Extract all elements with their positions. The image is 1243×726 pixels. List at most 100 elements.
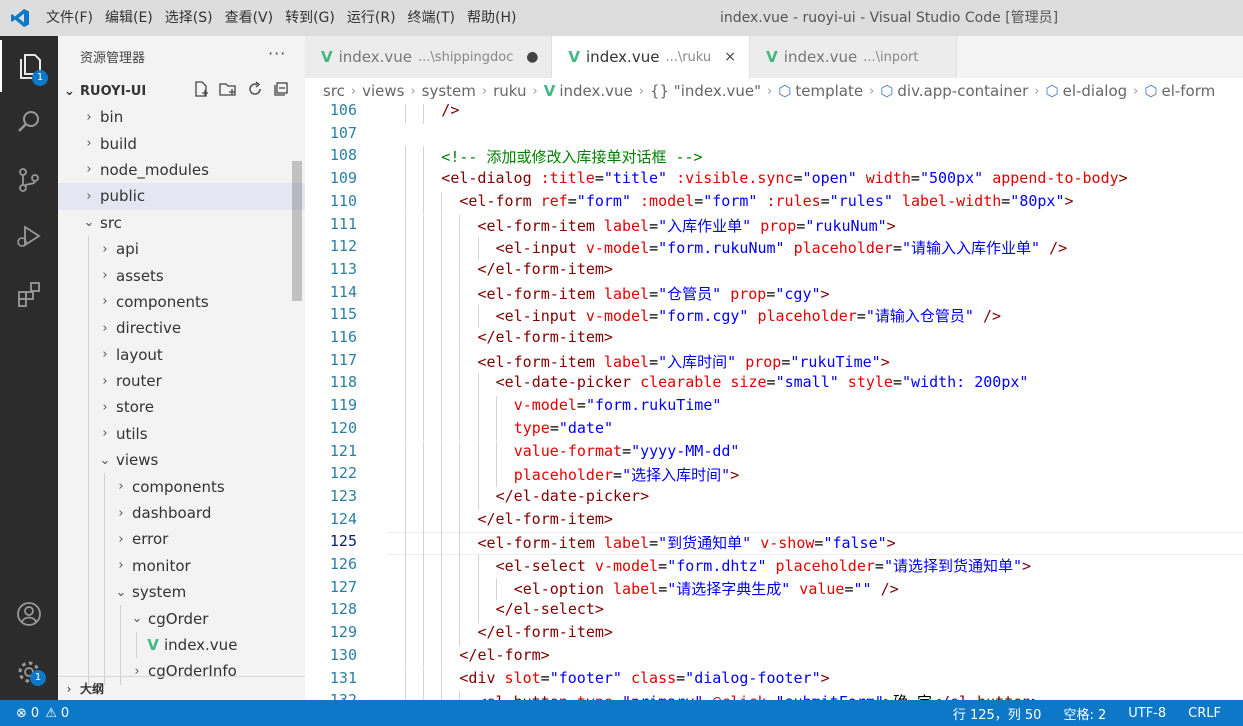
menu-item[interactable]: 查看(V) xyxy=(219,0,280,36)
tree-item-label: components xyxy=(116,292,209,311)
line-number: 127 xyxy=(329,577,357,596)
tree-item-label: api xyxy=(116,240,139,259)
menu-item[interactable]: 转到(G) xyxy=(279,0,341,36)
indent-guide xyxy=(88,526,89,553)
indent-guide xyxy=(88,315,89,342)
tree-item[interactable]: › api xyxy=(58,235,305,263)
breadcrumb-item[interactable]: el-form xyxy=(1161,82,1215,100)
tree-item[interactable]: › layout xyxy=(58,341,305,368)
menu-item[interactable]: 选择(S) xyxy=(159,0,219,36)
tree-item[interactable]: › components xyxy=(58,288,305,316)
indent-guide xyxy=(477,555,479,578)
indent-guide xyxy=(459,555,461,578)
indent-guide xyxy=(441,509,443,533)
file-encoding[interactable]: UTF-8 xyxy=(1128,706,1166,721)
breadcrumb-item[interactable]: views xyxy=(362,82,404,100)
tree-item[interactable]: › assets xyxy=(58,262,305,289)
tree-item[interactable]: › utils xyxy=(58,420,305,448)
indent-guide xyxy=(477,600,479,624)
line-number: 116 xyxy=(329,328,357,346)
indentation[interactable]: 空格: 2 xyxy=(1063,704,1106,723)
breadcrumb-item[interactable]: src xyxy=(323,82,345,100)
settings-gear-icon[interactable]: 1 xyxy=(0,646,58,698)
indent-guide xyxy=(88,447,89,474)
indent-guide xyxy=(405,645,407,669)
extensions-icon[interactable] xyxy=(0,268,58,320)
source-control-icon[interactable] xyxy=(0,154,58,206)
menu-item[interactable]: 帮助(H) xyxy=(461,0,522,36)
tree-item[interactable]: › directive xyxy=(58,315,305,342)
tree-item[interactable]: ⌄ views xyxy=(58,447,305,474)
indent-guide xyxy=(423,282,425,306)
menu-item[interactable]: 编辑(E) xyxy=(99,0,159,36)
tab-index-vue[interactable]: Vindex.vue ...\inport xyxy=(750,36,958,78)
more-actions-icon[interactable]: ··· xyxy=(268,44,286,63)
new-file-icon[interactable] xyxy=(192,80,210,102)
breadcrumb-item[interactable]: template xyxy=(795,82,863,100)
account-icon[interactable] xyxy=(0,588,58,640)
menu-item[interactable]: 终端(T) xyxy=(402,0,461,36)
chevron-right-icon: › xyxy=(102,347,108,363)
unsaved-dot-icon[interactable]: ● xyxy=(525,49,539,65)
indent-guide xyxy=(423,509,425,533)
run-debug-icon[interactable] xyxy=(0,210,58,262)
tree-item[interactable]: › router xyxy=(58,367,305,395)
tree-item[interactable]: › public xyxy=(58,183,305,210)
code-token: > xyxy=(886,534,896,553)
code-token: = xyxy=(844,579,854,598)
explorer-icon[interactable]: 1 xyxy=(0,40,58,92)
code-line: <el-option label="请选择字典生成" value="" /> xyxy=(514,578,899,599)
cursor-position[interactable]: 行 125，列 50 xyxy=(953,704,1042,723)
tree-item[interactable]: ⌄ cgOrder xyxy=(58,605,305,632)
problems-indicator[interactable]: ⊗ 0 ⚠ 0 xyxy=(16,706,69,721)
code-editor[interactable]: 106 /> 107 108 <!-- 添加或修改入库接单对话框 --> 109 <el-d… xyxy=(305,104,1243,700)
new-folder-icon[interactable] xyxy=(218,80,238,102)
indent-guide xyxy=(441,418,443,442)
end-of-line[interactable]: CRLF xyxy=(1188,706,1221,721)
tree-item[interactable]: ⌄ src xyxy=(58,210,305,236)
indent-guide xyxy=(459,577,461,601)
collapse-all-icon[interactable] xyxy=(272,80,290,102)
indent-guide xyxy=(441,237,443,260)
tree-item[interactable]: ⌄ system xyxy=(58,579,305,606)
tree-item[interactable]: › monitor xyxy=(58,552,305,580)
breadcrumb-item[interactable]: {} "index.vue" xyxy=(650,82,761,100)
tree-item[interactable]: › build xyxy=(58,130,305,156)
code-token: </el-form-item> xyxy=(477,328,613,346)
tree-item[interactable]: › bin xyxy=(58,104,305,130)
tab-index-vue[interactable]: Vindex.vue ...\ruku × xyxy=(552,36,751,78)
indent-guide xyxy=(477,418,479,442)
breadcrumb-item[interactable]: index.vue xyxy=(559,82,632,100)
code-token: </el-form> xyxy=(459,645,550,664)
breadcrumb-item[interactable]: system xyxy=(422,82,476,100)
breadcrumb-item[interactable]: el-dialog xyxy=(1063,82,1128,100)
tree-item[interactable]: › components xyxy=(58,473,305,500)
search-icon[interactable] xyxy=(0,96,58,148)
line-number: 118 xyxy=(329,373,357,392)
explorer-actions xyxy=(192,80,290,102)
indent-guide xyxy=(423,104,425,124)
refresh-icon[interactable] xyxy=(246,80,264,102)
breadcrumb-item[interactable]: div.app-container xyxy=(897,82,1028,100)
breadcrumb-item[interactable]: ruku xyxy=(493,82,526,100)
code-token: "请选择到货通知单" xyxy=(883,557,1022,575)
sidebar-scrollbar[interactable] xyxy=(292,161,302,301)
tab-index-vue[interactable]: Vindex.vue ...\shippingdoc ● xyxy=(305,36,553,78)
menu-item[interactable]: 文件(F) xyxy=(40,0,99,36)
tree-item[interactable]: › dashboard xyxy=(58,499,305,527)
tree-item[interactable]: Vindex.vue xyxy=(58,631,305,659)
code-token: "请输入仓管员" xyxy=(865,307,974,326)
tree-item[interactable]: › store xyxy=(58,394,305,421)
menu-item[interactable]: 运行(R) xyxy=(341,0,402,36)
line-number: 131 xyxy=(329,668,357,687)
code-line: value-format="yyyy-MM-dd" xyxy=(514,442,740,460)
outline-section[interactable]: › 大纲 xyxy=(58,676,305,700)
indent-guide xyxy=(405,237,407,260)
tree-item[interactable]: › error xyxy=(58,526,305,553)
indent-guide xyxy=(423,259,425,283)
code-token: append-to-body xyxy=(983,169,1119,188)
code-line: <el-select v-model="form.dhtz" placehold… xyxy=(496,555,1031,576)
tree-item[interactable]: › node_modules xyxy=(58,157,305,183)
close-icon[interactable]: × xyxy=(723,49,737,65)
code-token: type xyxy=(568,693,613,700)
